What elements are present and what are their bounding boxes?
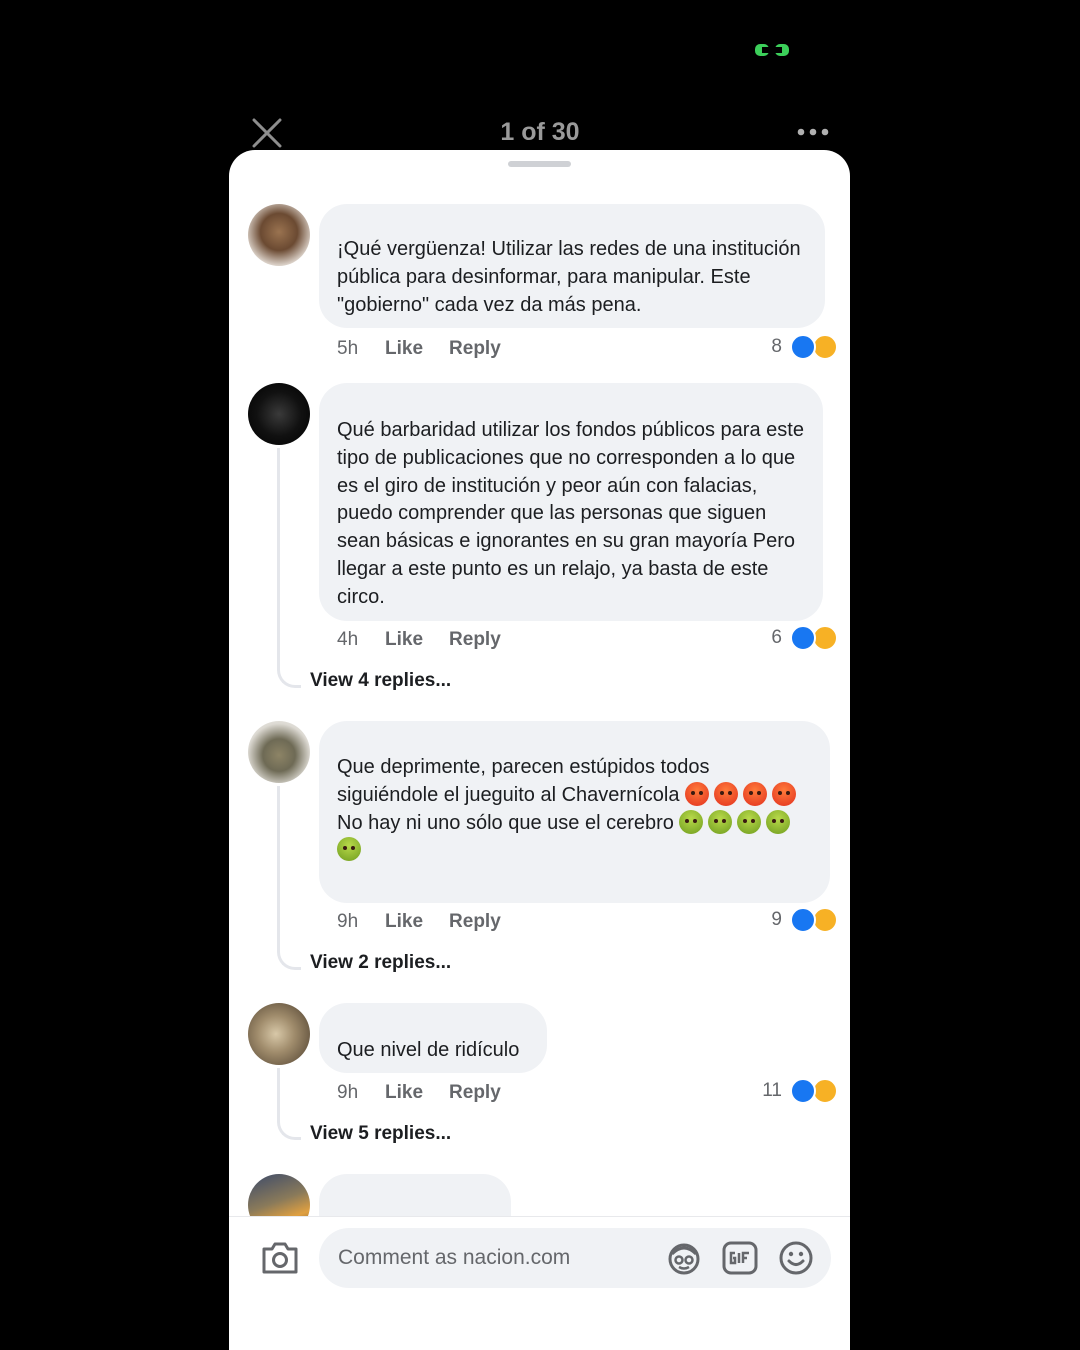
reply-button[interactable]: Reply xyxy=(449,1082,501,1104)
like-button[interactable]: Like xyxy=(385,629,423,651)
comment-text-line-1: Que deprimente, parecen estúpidos todos … xyxy=(337,754,812,810)
view-replies-link[interactable]: View 5 replies... xyxy=(310,1123,451,1145)
nauseated-face-emoji-icon xyxy=(737,809,762,834)
avatar-sticker-icon[interactable] xyxy=(666,1240,702,1276)
like-button[interactable]: Like xyxy=(385,911,423,933)
close-icon[interactable] xyxy=(250,116,284,150)
angry-face-emoji-icon xyxy=(685,781,710,806)
thread-line xyxy=(277,786,301,970)
like-button[interactable]: Like xyxy=(385,338,423,360)
reaction-summary[interactable]: 9 xyxy=(771,906,838,934)
comment-text-line-2: No hay ni uno sólo que use el cerebro xyxy=(337,809,812,866)
more-options-icon[interactable] xyxy=(796,122,830,142)
reply-button[interactable]: Reply xyxy=(449,338,501,360)
nauseated-face-emoji-icon xyxy=(708,809,733,834)
camera-icon[interactable] xyxy=(260,1240,300,1276)
avatar[interactable] xyxy=(248,383,310,445)
comment-text: Qué barbaridad utilizar los fondos públi… xyxy=(337,419,810,608)
avatar[interactable] xyxy=(248,1003,310,1065)
comment-bubble: Qué barbaridad utilizar los fondos públi… xyxy=(319,383,823,621)
composer-divider xyxy=(229,1216,850,1217)
comment-time: 4h xyxy=(337,629,359,650)
reaction-count: 6 xyxy=(771,627,782,648)
gif-icon[interactable] xyxy=(722,1240,758,1276)
emoji-icon[interactable] xyxy=(778,1240,814,1276)
like-reaction-icon xyxy=(790,1078,816,1104)
comment-text: ¡Qué vergüenza! Utilizar las redes de un… xyxy=(337,238,807,316)
comments-sheet: ¡Qué vergüenza! Utilizar las redes de un… xyxy=(229,150,850,1350)
comment-meta: 9h Like Reply xyxy=(337,1079,527,1107)
avatar[interactable] xyxy=(248,721,310,783)
comment-meta: 4h Like Reply xyxy=(337,626,527,654)
reaction-summary[interactable]: 8 xyxy=(771,333,838,361)
comment-composer xyxy=(229,1216,850,1350)
reaction-count: 9 xyxy=(771,909,782,930)
comment-time: 9h xyxy=(337,1082,359,1103)
screen-record-indicator-icon xyxy=(755,44,789,56)
comment-bubble: Que deprimente, parecen estúpidos todos … xyxy=(319,721,830,903)
reaction-count: 8 xyxy=(771,336,782,357)
reaction-count: 11 xyxy=(762,1080,782,1101)
reply-button[interactable]: Reply xyxy=(449,629,501,651)
comment-bubble: ¡Qué vergüenza! Utilizar las redes de un… xyxy=(319,204,825,328)
comment-time: 9h xyxy=(337,911,359,932)
like-button[interactable]: Like xyxy=(385,1082,423,1104)
view-replies-link[interactable]: View 2 replies... xyxy=(310,952,451,974)
nauseated-face-emoji-icon xyxy=(337,837,361,862)
comment-meta: 9h Like Reply xyxy=(337,908,527,936)
sheet-grabber[interactable] xyxy=(508,161,571,167)
angry-face-emoji-icon xyxy=(743,781,768,806)
reaction-summary[interactable]: 6 xyxy=(771,624,838,652)
comment-bubble: Que nivel de ridículo xyxy=(319,1003,547,1073)
comment-text: Que nivel de ridículo xyxy=(337,1039,520,1061)
nauseated-face-emoji-icon xyxy=(766,809,791,834)
avatar[interactable] xyxy=(248,204,310,266)
like-reaction-icon xyxy=(790,334,816,360)
view-replies-link[interactable]: View 4 replies... xyxy=(310,670,451,692)
thread-line xyxy=(277,1068,301,1140)
angry-face-emoji-icon xyxy=(772,781,797,806)
thread-line xyxy=(277,448,301,688)
comment-meta: 5h Like Reply xyxy=(337,335,527,363)
photo-counter: 1 of 30 xyxy=(500,118,580,146)
nauseated-face-emoji-icon xyxy=(679,809,704,834)
comment-time: 5h xyxy=(337,338,359,359)
like-reaction-icon xyxy=(790,907,816,933)
reaction-summary[interactable]: 11 xyxy=(762,1077,838,1105)
reply-button[interactable]: Reply xyxy=(449,911,501,933)
like-reaction-icon xyxy=(790,625,816,651)
angry-face-emoji-icon xyxy=(714,781,739,806)
